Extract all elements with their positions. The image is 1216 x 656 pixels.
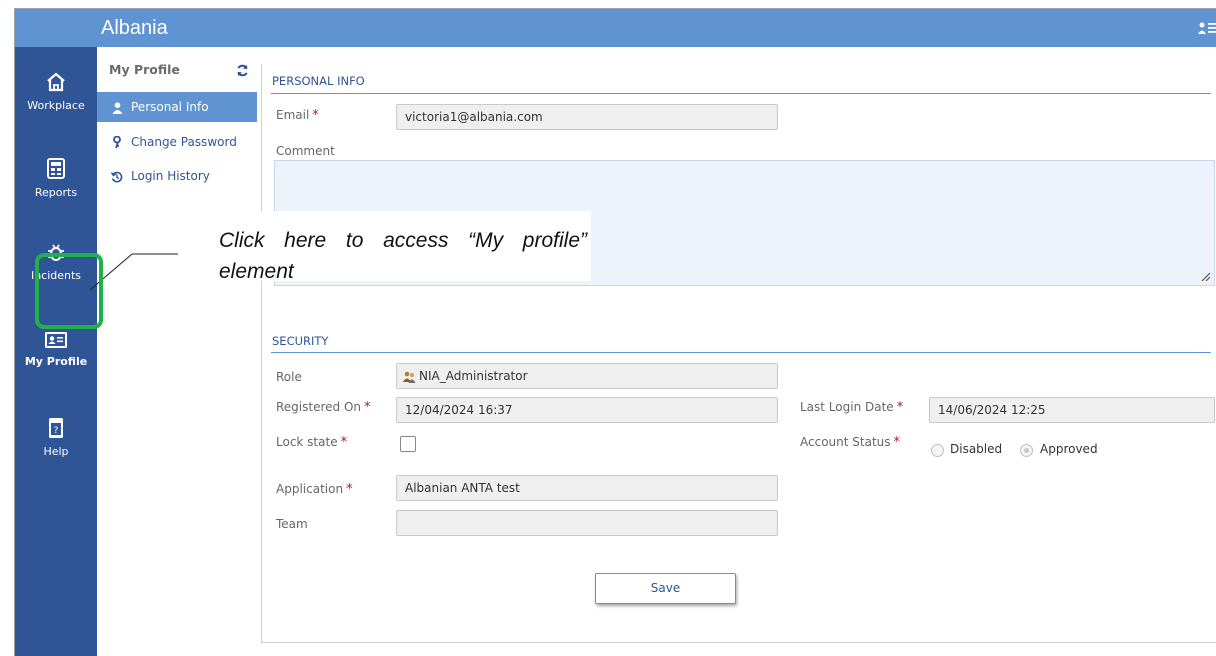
registered-on-field: 12/04/2024 16:37: [396, 397, 778, 423]
refresh-icon[interactable]: [236, 64, 249, 77]
section-divider: [271, 93, 1211, 94]
profile-submenu: My Profile Personal Info Change Password…: [97, 56, 257, 656]
app-title: Albania: [101, 17, 168, 39]
comment-label: Comment: [276, 144, 335, 158]
highlight-frame: [35, 253, 103, 329]
submenu-item-label: Personal Info: [131, 100, 209, 114]
submenu-item-label: Change Password: [131, 135, 237, 149]
lock-state-checkbox[interactable]: [400, 436, 416, 452]
nav-label: Help: [43, 445, 69, 458]
required-marker: *: [896, 400, 904, 415]
nav-label: Reports: [34, 186, 78, 199]
application-label: Application *: [276, 482, 353, 497]
registered-on-label: Registered On *: [276, 400, 371, 415]
email-field[interactable]: victoria1@albania.com: [396, 104, 778, 130]
person-icon: [110, 92, 124, 122]
role-label: Role: [276, 370, 302, 384]
role-users-icon: [403, 371, 416, 383]
role-field: NIA_Administrator: [396, 363, 778, 389]
submenu-item-login-history[interactable]: Login History: [97, 161, 257, 191]
nav-label: My Profile: [24, 355, 88, 368]
required-marker: *: [312, 108, 319, 123]
submenu-item-change-password[interactable]: Change Password: [97, 127, 257, 157]
section-title-personal-info: PERSONAL INFO: [272, 74, 365, 88]
last-login-date-label: Last Login Date *: [800, 400, 904, 415]
profile-form-panel: PERSONAL INFO Email * victoria1@albania.c…: [261, 64, 1216, 643]
resize-handle-icon[interactable]: [1200, 271, 1210, 281]
nav-item-workplace[interactable]: Workplace: [15, 71, 97, 112]
required-marker: *: [346, 482, 353, 497]
team-label: Team: [276, 517, 308, 531]
required-marker: *: [364, 400, 371, 415]
svg-text:?: ?: [54, 426, 59, 436]
role-value: NIA_Administrator: [419, 369, 528, 383]
status-option-label: Disabled: [950, 442, 1003, 456]
app-window: Albania Workplace Reports Incidents My P…: [0, 0, 1216, 656]
home-icon: [47, 72, 65, 92]
nav-label: Workplace: [27, 99, 85, 112]
top-bar: Albania: [15, 9, 1216, 47]
lock-state-label: Lock state *: [276, 435, 348, 450]
submenu-title: My Profile: [109, 62, 180, 77]
required-marker: *: [893, 435, 901, 450]
user-menu-icon[interactable]: [1198, 22, 1216, 34]
key-icon: [110, 127, 124, 157]
section-divider: [271, 352, 1211, 353]
main-nav: Workplace Reports Incidents My Profile ?…: [15, 47, 97, 656]
application-field: Albanian ANTA test: [396, 475, 778, 501]
id-card-icon: [45, 332, 67, 348]
status-option-label: Approved: [1040, 442, 1098, 456]
email-label: Email *: [276, 108, 319, 123]
status-radio-approved[interactable]: [1020, 444, 1033, 457]
required-marker: *: [340, 435, 348, 450]
submenu-item-personal-info[interactable]: Personal Info: [97, 92, 257, 122]
submenu-item-label: Login History: [131, 169, 210, 183]
callout-text: Click here to access “My profile” elemen…: [219, 229, 587, 283]
save-button[interactable]: Save: [595, 573, 736, 604]
section-title-security: SECURITY: [272, 334, 329, 348]
report-icon: [47, 158, 65, 179]
last-login-date-field: 14/06/2024 12:25: [929, 397, 1215, 423]
team-field[interactable]: [396, 510, 778, 536]
account-status-label: Account Status *: [800, 435, 901, 450]
history-icon: [110, 161, 124, 191]
help-book-icon: ?: [49, 418, 63, 438]
status-radio-disabled[interactable]: [931, 444, 944, 457]
nav-item-help[interactable]: ? Help: [15, 417, 97, 458]
nav-item-reports[interactable]: Reports: [15, 158, 97, 199]
nav-item-my-profile[interactable]: My Profile: [15, 331, 97, 368]
